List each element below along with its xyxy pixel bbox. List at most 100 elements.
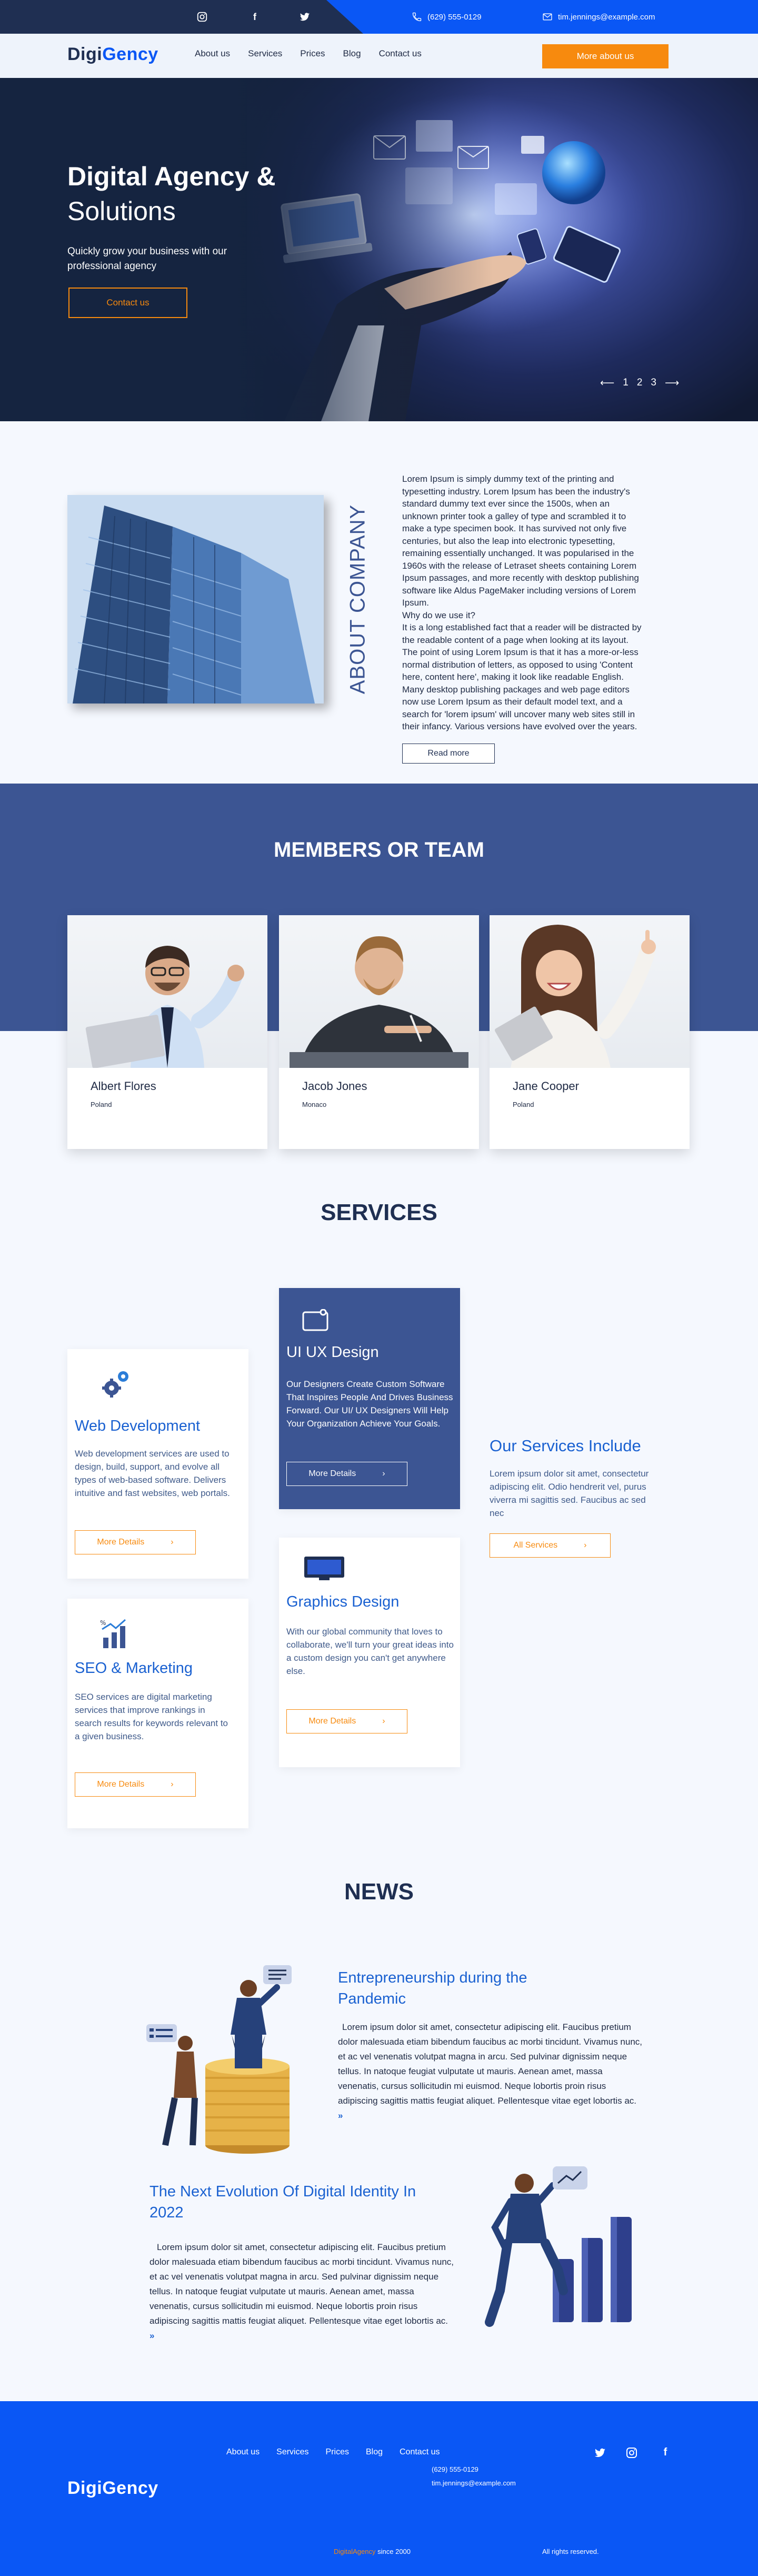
footer-email[interactable]: tim.jennings@example.com bbox=[432, 2479, 516, 2487]
chevron-double-right-icon[interactable]: » bbox=[149, 2331, 154, 2341]
footer-link-contact[interactable]: Contact us bbox=[400, 2448, 440, 2457]
pager-prev-arrow[interactable]: ⟵ bbox=[600, 377, 614, 389]
footer-logo[interactable]: DigiGency bbox=[67, 2478, 158, 2499]
pager-page-3[interactable]: 3 bbox=[651, 377, 656, 389]
news-item-title[interactable]: The Next Evolution Of Digital Identity I… bbox=[149, 2181, 444, 2223]
news-title: NEWS bbox=[344, 1879, 414, 1905]
web-dev-more-button[interactable]: More Details › bbox=[75, 1530, 196, 1554]
monitor-icon bbox=[304, 1557, 344, 1580]
footer-copyright-brand: DigitalAgency bbox=[334, 2548, 376, 2555]
team-card[interactable]: Jane Cooper Poland bbox=[490, 915, 690, 1149]
twitter-icon[interactable] bbox=[297, 9, 312, 24]
logo-digi: Digi bbox=[67, 44, 103, 64]
svg-text:%: % bbox=[100, 1619, 106, 1627]
web-dev-more-label: More Details bbox=[97, 1538, 145, 1547]
web-dev-title: Web Development bbox=[75, 1418, 201, 1434]
chevron-right-icon: › bbox=[584, 1541, 587, 1550]
team-card[interactable]: Albert Flores Poland bbox=[67, 915, 267, 1149]
footer-copyright-since: since 2000 bbox=[377, 2548, 411, 2555]
service-card-graphics: Graphics Design With our global communit… bbox=[279, 1538, 460, 1767]
logo-gency: Gency bbox=[102, 44, 158, 64]
team-member-name: Albert Flores bbox=[91, 1079, 156, 1093]
team-photo-jacob bbox=[279, 915, 479, 1068]
news-illustration-coins bbox=[146, 1965, 292, 2154]
seo-title: SEO & Marketing bbox=[75, 1660, 193, 1677]
logo[interactable]: DigiGency bbox=[67, 44, 158, 65]
phone-icon bbox=[412, 12, 422, 22]
nav-links: About us Services Prices Blog Contact us bbox=[195, 48, 422, 59]
topbar-email[interactable]: tim.jennings@example.com bbox=[542, 9, 655, 24]
news-item-text: Lorem ipsum dolor sit amet, consectetur … bbox=[149, 2240, 455, 2343]
about-paragraph-1: Lorem Ipsum is simply dummy text of the … bbox=[402, 474, 639, 608]
chevron-double-right-icon[interactable]: » bbox=[338, 2111, 343, 2121]
chevron-right-icon: › bbox=[171, 1780, 174, 1789]
team-title: MEMBERS OR TEAM bbox=[274, 838, 484, 861]
facebook-icon[interactable]: f bbox=[658, 2446, 673, 2461]
chevron-right-icon: › bbox=[171, 1538, 174, 1547]
instagram-icon[interactable] bbox=[624, 2446, 639, 2461]
graphics-more-button[interactable]: More Details › bbox=[286, 1709, 407, 1733]
footer-link-prices[interactable]: Prices bbox=[326, 2448, 349, 2457]
nav-link-prices[interactable]: Prices bbox=[300, 48, 325, 59]
nav-link-about[interactable]: About us bbox=[195, 48, 230, 59]
facebook-icon[interactable]: f bbox=[247, 9, 262, 24]
pager-page-1[interactable]: 1 bbox=[623, 377, 629, 389]
graphics-title: Graphics Design bbox=[286, 1593, 400, 1610]
uiux-more-label: More Details bbox=[308, 1469, 356, 1478]
news-item-title[interactable]: Entrepreneurship during the Pandemic bbox=[338, 1967, 580, 2009]
footer-link-services[interactable]: Services bbox=[276, 2448, 308, 2457]
team-photo-albert bbox=[67, 915, 267, 1068]
news-illustration-growth bbox=[485, 2166, 632, 2327]
news-item-text-2: Lorem ipsum dolor sit amet, consectetur … bbox=[149, 2242, 454, 2326]
footer-link-about[interactable]: About us bbox=[226, 2448, 260, 2457]
footer-logo-digi: Digi bbox=[67, 2478, 103, 2498]
nav-link-contact[interactable]: Contact us bbox=[379, 48, 422, 59]
nav-link-services[interactable]: Services bbox=[248, 48, 282, 59]
topbar-phone-text: (629) 555-0129 bbox=[427, 12, 482, 22]
hero: Digital Agency & Solutions Quickly grow y… bbox=[0, 78, 758, 421]
footer: About us Services Prices Blog Contact us… bbox=[0, 2401, 758, 2576]
uiux-text: Our Designers Create Custom Software Tha… bbox=[286, 1379, 453, 1429]
mail-icon bbox=[543, 13, 552, 21]
footer-phone[interactable]: (629) 555-0129 bbox=[432, 2465, 478, 2473]
team-member-location: Poland bbox=[513, 1101, 534, 1108]
footer-rights: All rights reserved. bbox=[542, 2548, 599, 2555]
about-vertical-title: ABOUT COMPANY bbox=[342, 495, 374, 704]
instagram-icon[interactable] bbox=[195, 9, 210, 24]
service-card-web: Web Development Web development services… bbox=[67, 1349, 248, 1579]
contact-us-button[interactable]: Contact us bbox=[68, 288, 187, 318]
pager-next-arrow[interactable]: ⟶ bbox=[665, 377, 679, 389]
team-card[interactable]: Jacob Jones Monaco bbox=[279, 915, 479, 1149]
twitter-icon[interactable] bbox=[593, 2446, 607, 2461]
about-paragraph-2: It is a long established fact that a rea… bbox=[402, 622, 642, 731]
more-about-us-button[interactable]: More about us bbox=[542, 44, 669, 68]
services-include-title: Our Services Include bbox=[490, 1436, 641, 1455]
team-member-name: Jacob Jones bbox=[302, 1079, 367, 1093]
services-include-text: Lorem ipsum dolor sit amet, consectetur … bbox=[490, 1469, 649, 1518]
hero-subtitle: Quickly grow your business with our prof… bbox=[67, 246, 227, 272]
top-bar: f (629) 555-0129 tim.jennings@example.co… bbox=[0, 0, 758, 34]
all-services-button[interactable]: All Services › bbox=[490, 1533, 611, 1558]
growth-chart-icon: % bbox=[100, 1619, 126, 1648]
about-question: Why do we use it? bbox=[402, 610, 475, 620]
graphics-text: With our global community that loves to … bbox=[286, 1627, 454, 1676]
news-item-text-1: Lorem ipsum dolor sit amet, consectetur … bbox=[338, 2022, 642, 2106]
footer-logo-gency: Gency bbox=[102, 2478, 158, 2498]
team-member-location: Poland bbox=[91, 1101, 112, 1108]
chevron-right-icon: › bbox=[382, 1717, 385, 1726]
nav-link-blog[interactable]: Blog bbox=[343, 48, 361, 59]
hero-pager: ⟵ 1 2 3 ⟶ bbox=[600, 377, 679, 389]
uiux-title: UI UX Design bbox=[286, 1344, 379, 1361]
footer-link-blog[interactable]: Blog bbox=[366, 2448, 383, 2457]
about-building-image bbox=[67, 495, 324, 704]
gears-icon bbox=[102, 1371, 128, 1398]
main-nav: DigiGency About us Services Prices Blog … bbox=[0, 34, 758, 78]
service-card-seo: % SEO & Marketing SEO services are digit… bbox=[67, 1599, 248, 1828]
pager-page-2[interactable]: 2 bbox=[637, 377, 643, 389]
read-more-button[interactable]: Read more bbox=[402, 744, 495, 764]
seo-more-button[interactable]: More Details › bbox=[75, 1772, 196, 1797]
uiux-more-button[interactable]: More Details › bbox=[286, 1462, 407, 1486]
topbar-phone[interactable]: (629) 555-0129 bbox=[412, 9, 482, 24]
team-member-location: Monaco bbox=[302, 1101, 327, 1108]
web-dev-text: Web development services are used to des… bbox=[75, 1449, 230, 1498]
